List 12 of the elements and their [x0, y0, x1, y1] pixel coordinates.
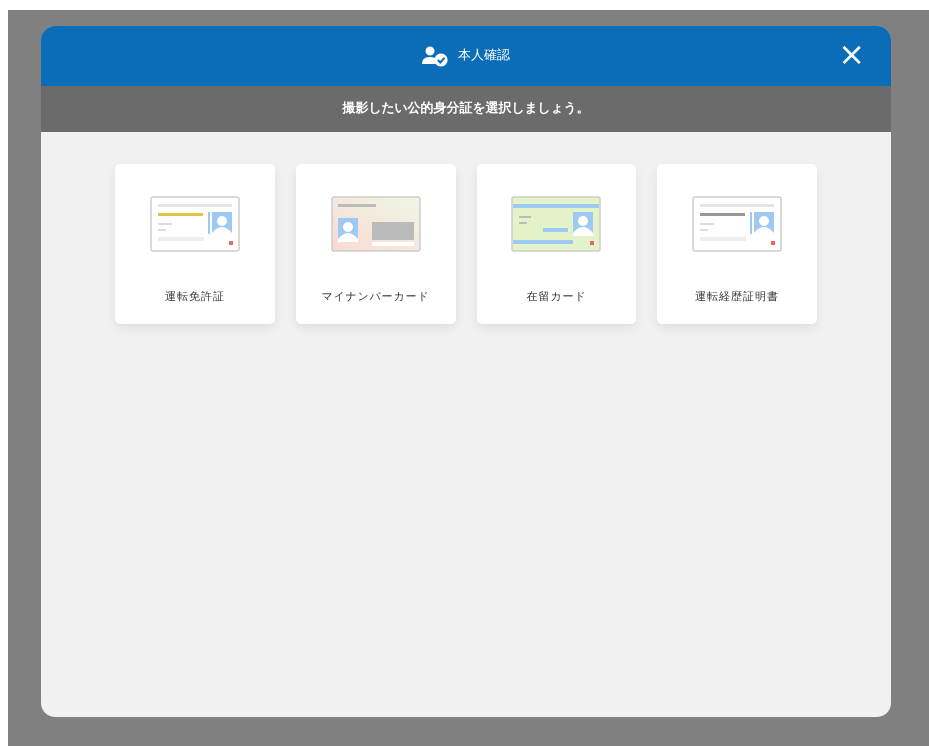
id-card-icon [330, 195, 422, 253]
document-card[interactable]: 在留カード [476, 164, 636, 324]
dialog-title: 本人確認 [458, 47, 510, 66]
close-button[interactable]: × [834, 38, 869, 70]
document-card[interactable]: 運転免許証 [115, 164, 275, 324]
id-card-icon [148, 195, 241, 253]
document-card[interactable]: 運転経歴証明書 [657, 164, 817, 324]
instruction-text: 撮影したい公的身分証を選択しましょう。 [41, 86, 891, 132]
id-card-icon [691, 195, 784, 253]
user-check-icon [422, 45, 450, 67]
id-card-icon [510, 195, 602, 253]
document-card[interactable]: マイナンバーカード [296, 164, 456, 324]
